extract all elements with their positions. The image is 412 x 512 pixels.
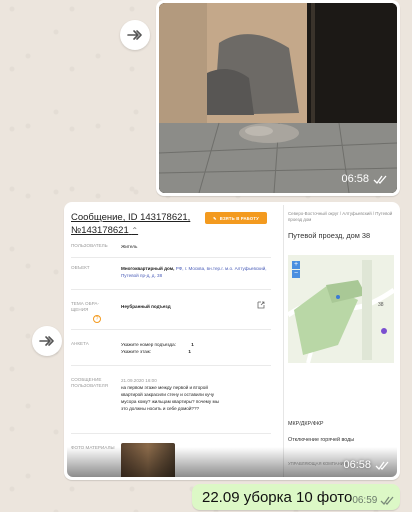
field-label: АНКЕТА bbox=[71, 341, 89, 346]
breadcrumb: Северо-Восточный округ / Алтуфьевский / … bbox=[288, 211, 393, 222]
take-in-work-button[interactable]: ✎ ВЗЯТЬ В РАБОТУ bbox=[205, 212, 267, 224]
field-label: ОБЪЕКТ bbox=[71, 265, 90, 270]
map-graphic bbox=[288, 255, 394, 363]
address-title: Путевой проезд, дом 38 bbox=[288, 231, 371, 240]
photo-message[interactable]: 06:58 bbox=[156, 0, 400, 196]
field-value: 21.09.2020 16:00 на первом этаже между п… bbox=[121, 377, 269, 412]
hallway-photo-graphic bbox=[159, 3, 397, 193]
double-check-icon bbox=[373, 175, 387, 184]
repair-type: МКР/ДКР/ФКР bbox=[288, 421, 324, 427]
message-time: 06:59 bbox=[352, 494, 378, 506]
message-meta: 06:58 bbox=[341, 173, 387, 185]
location-pane: Северо-Восточный округ / Алтуфьевский / … bbox=[283, 205, 397, 477]
divider bbox=[71, 289, 271, 290]
status-text: Отключение горячей воды bbox=[288, 437, 355, 443]
question-label: Укажите номер подъезда: bbox=[121, 342, 176, 347]
forward-icon bbox=[127, 30, 142, 40]
map-label: 38 bbox=[378, 302, 384, 308]
message-title: Сообщение, ID 143178621, №143178621 ⌃ bbox=[71, 211, 201, 237]
field-value: Многоквартирный дом, РФ, г. Москва, вн.т… bbox=[121, 265, 269, 279]
screenshot-image[interactable]: Сообщение, ID 143178621, №143178621 ⌃ ✎ … bbox=[67, 205, 397, 477]
message-date: 21.09.2020 16:00 bbox=[121, 378, 157, 383]
user-message-text: на первом этаже между первой и второй кв… bbox=[121, 385, 219, 411]
message-meta: 06:59 bbox=[352, 489, 394, 506]
question-answer: 1 bbox=[188, 349, 191, 354]
field-label: СООБЩЕНИЕ ПОЛЬЗОВАТЕЛЯ bbox=[71, 377, 108, 388]
divider bbox=[71, 433, 271, 434]
field-value: Житель bbox=[121, 244, 138, 249]
external-link-icon[interactable] bbox=[257, 301, 265, 309]
field-value: Укажите номер подъезда: 1 Укажите этаж: … bbox=[121, 341, 269, 355]
photo-image[interactable]: 06:58 bbox=[159, 3, 397, 193]
message-meta: 06:58 bbox=[343, 459, 389, 471]
double-check-icon bbox=[380, 496, 394, 505]
object-type: Многоквартирный дом, bbox=[121, 266, 176, 271]
screenshot-message[interactable]: Сообщение, ID 143178621, №143178621 ⌃ ✎ … bbox=[64, 202, 400, 480]
message-time: 06:58 bbox=[343, 459, 371, 471]
forward-button[interactable] bbox=[120, 20, 150, 50]
message-time: 06:58 bbox=[341, 173, 369, 185]
field-label: ПОЛЬЗОВАТЕЛЬ bbox=[71, 243, 108, 248]
take-in-work-label: ВЗЯТЬ В РАБОТУ bbox=[219, 215, 259, 221]
forward-icon bbox=[39, 336, 54, 346]
question-answer: 1 bbox=[191, 342, 194, 347]
field-label: ТЕМА ОБРА-ЩЕНИЯ bbox=[71, 301, 99, 312]
help-icon[interactable]: ? bbox=[93, 315, 101, 323]
divider bbox=[71, 257, 271, 258]
message-details-pane: Сообщение, ID 143178621, №143178621 ⌃ ✎ … bbox=[67, 205, 277, 477]
chevron-up-icon: ⌃ bbox=[131, 226, 139, 235]
double-check-icon bbox=[375, 461, 389, 470]
question-label: Укажите этаж: bbox=[121, 349, 152, 354]
pencil-icon: ✎ bbox=[213, 215, 217, 221]
map[interactable]: + − 38 bbox=[288, 255, 394, 363]
field-value: Неубранный подъезд bbox=[121, 304, 171, 309]
zoom-in-button[interactable]: + bbox=[292, 261, 300, 269]
text-message[interactable]: 22.09 уборка 10 фото 06:59 bbox=[192, 484, 400, 510]
divider bbox=[71, 365, 271, 366]
forward-button[interactable] bbox=[32, 326, 62, 356]
divider bbox=[71, 329, 271, 330]
message-text: 22.09 уборка 10 фото bbox=[202, 488, 353, 506]
zoom-out-button[interactable]: − bbox=[292, 270, 300, 278]
